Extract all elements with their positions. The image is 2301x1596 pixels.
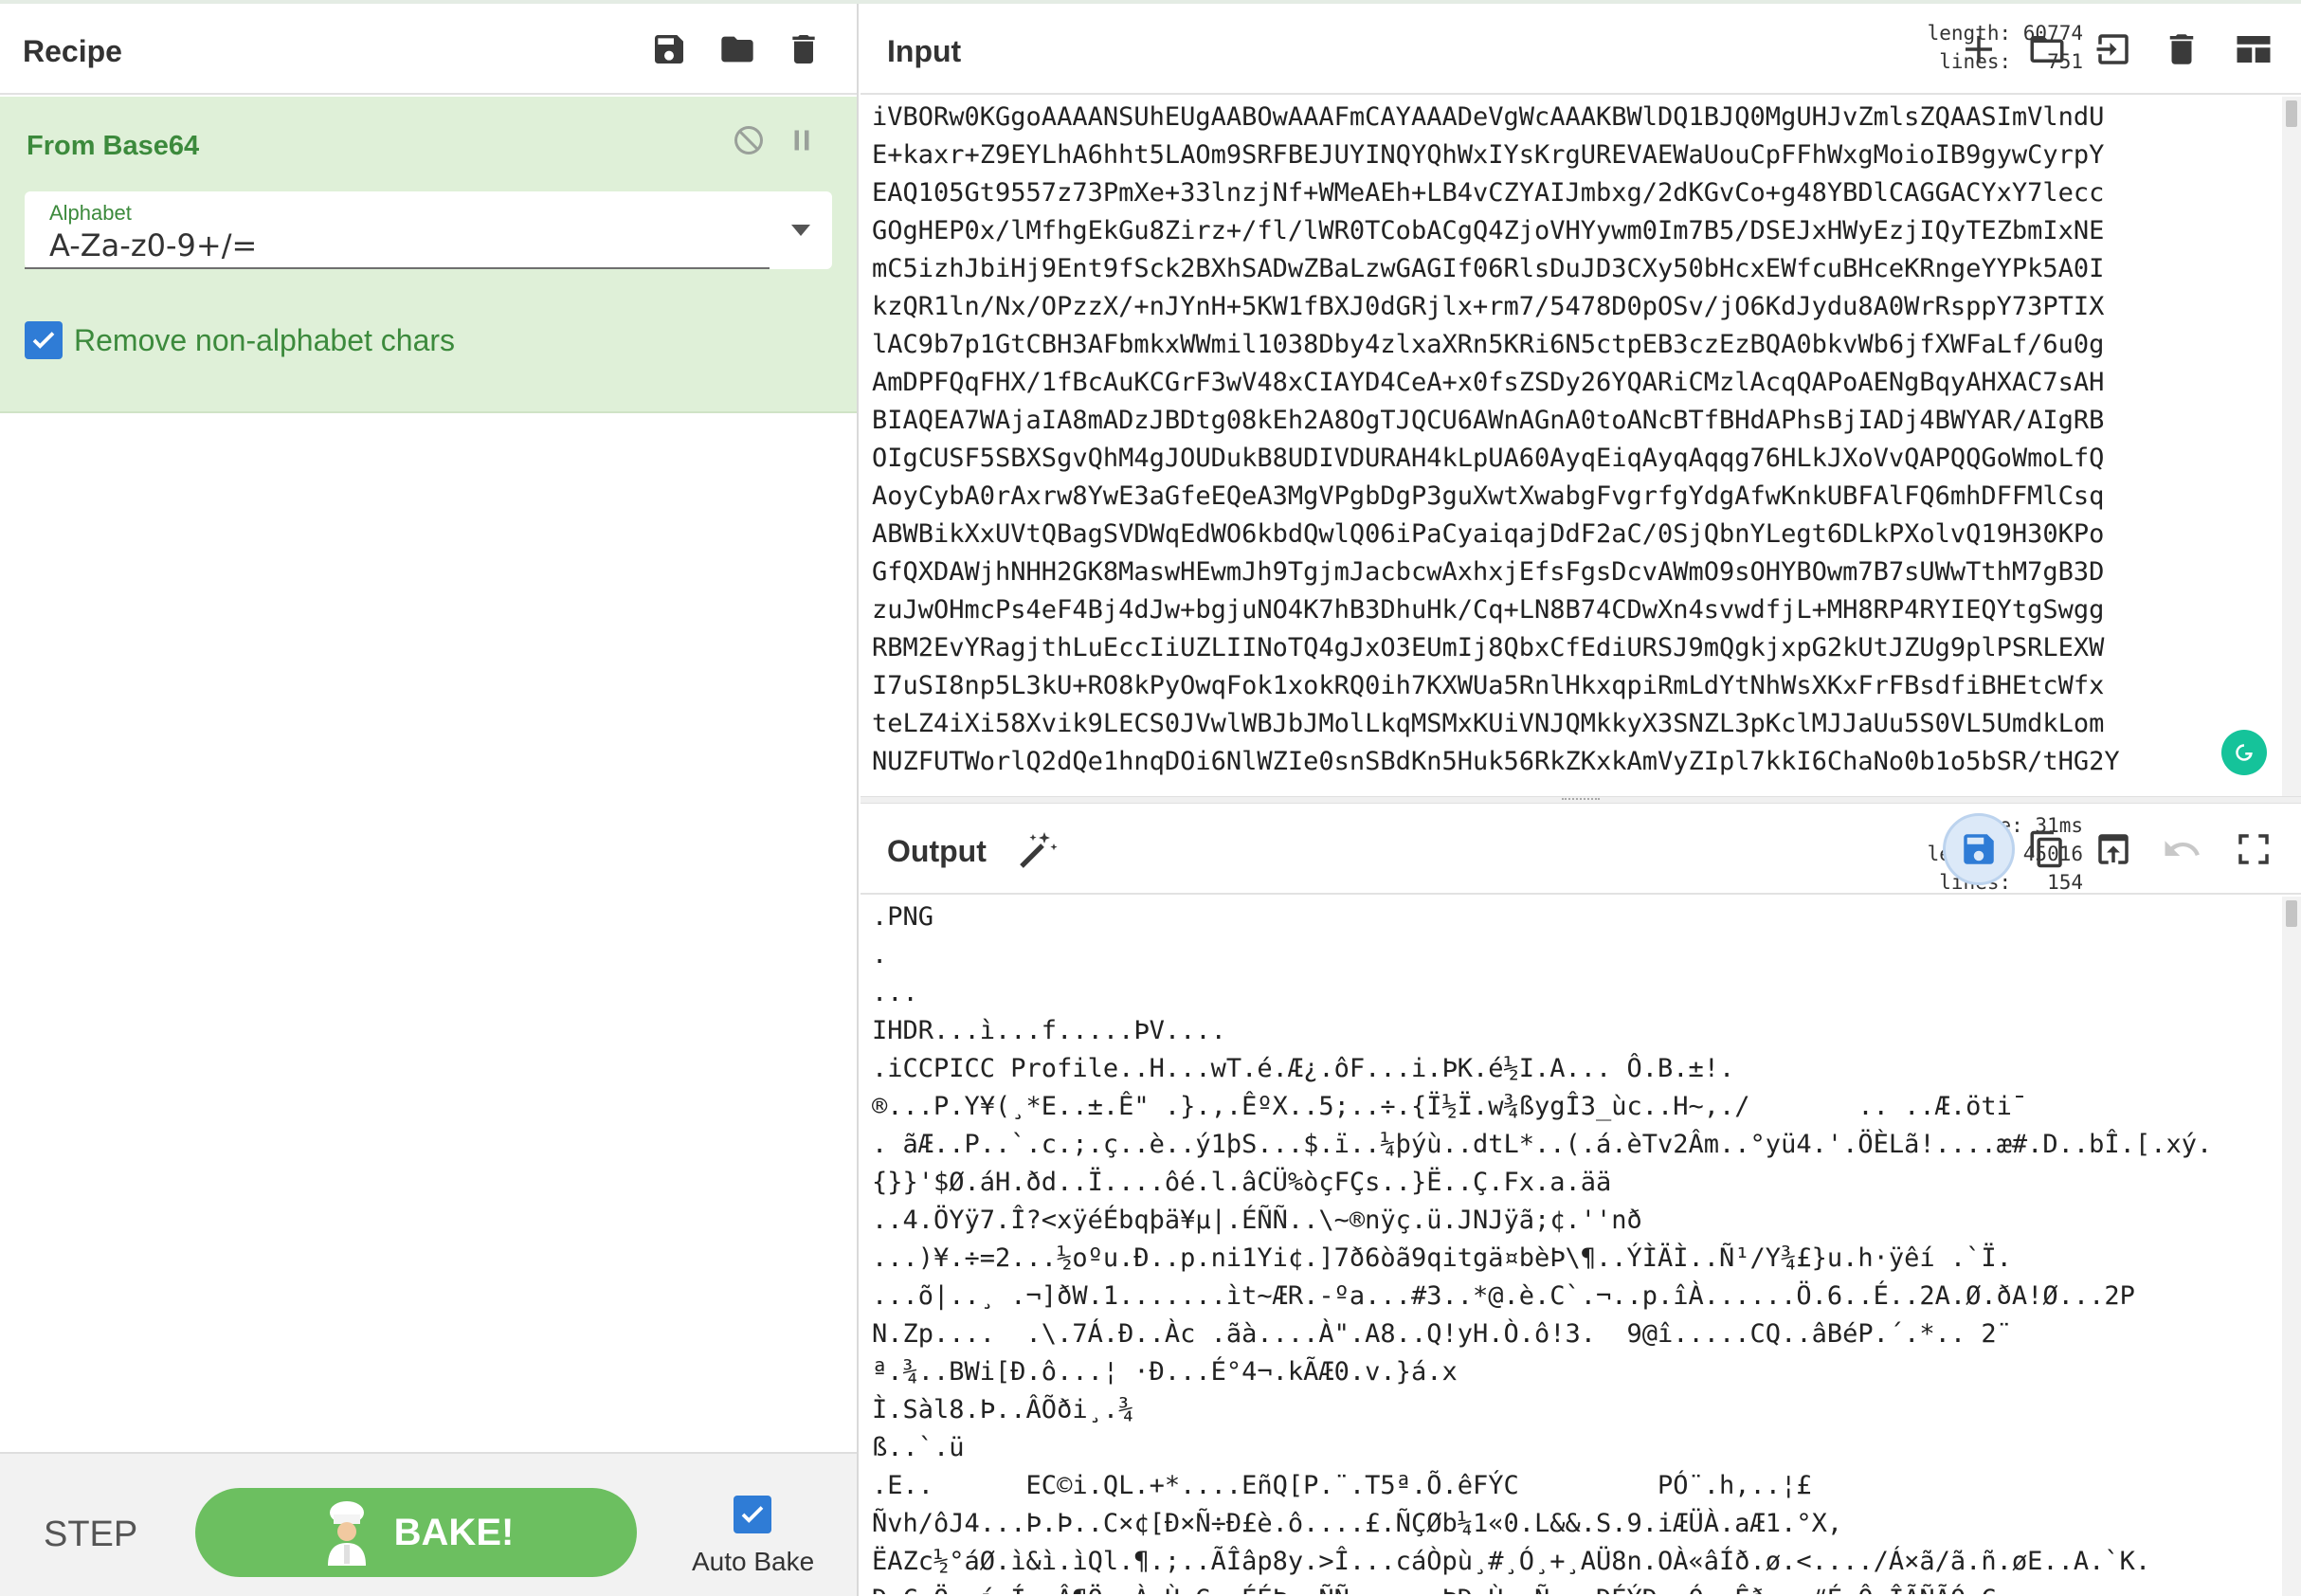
output-line: ...õ|..¸ .¬]ðW.1.......ìt~ÆR.-ºa...#3..*… [872,1281,2135,1311]
output-line: ..4.ÖYÿ7.Î?<xÿéÉbqþä¥µ|.ÉÑÑ..\~®nÿç.ü.JN… [872,1206,1642,1235]
alphabet-select[interactable]: Alphabet A-Za-z0-9+/= [25,191,832,269]
remove-nonalpha-checkbox[interactable] [25,321,63,359]
grammarly-icon[interactable] [2221,730,2267,775]
folder-icon[interactable] [2022,25,2072,74]
output-line: Ð.Ç.Ö..í.Í..Â¶Ö..À.Ù.G..ÉÉÞ..ÑÑ.. ..ÞÐ.Ù… [872,1581,2284,1594]
trash-icon[interactable] [781,27,826,72]
chevron-down-icon[interactable] [770,191,832,269]
input-line: ABWBikXxUVtQBagSVDWqEdWO6kbdQwlQ06iPaCya… [872,519,2105,549]
panel-resize-handle[interactable] [861,796,2301,804]
remove-nonalpha-option[interactable]: Remove non-alphabet chars [25,320,455,360]
copy-icon[interactable] [2022,825,2072,874]
output-header: Output time: 31ms length: 45016 lines: 1… [861,804,2301,895]
save-icon [1964,834,1994,864]
input-textarea[interactable]: iVBORw0KGgoAAAANSUhEUgAABOwAAAFmCAYAAADe… [872,99,2265,794]
output-line: ®...P.Y¥(¸*E..±.Ê" .}.,.ÊºX..5;..÷.{Ï½Ï.… [872,1092,2028,1121]
folder-icon[interactable] [715,27,760,72]
output-line: .E.. EC©i.QL.+*....EñQ[P.¨.T5ª.Õ.êFÝC PÓ… [872,1471,1812,1500]
input-line: GOgHEP0x/lMfhgEkGu8Zirz+/fl/lWR0TCobACgQ… [872,216,2105,245]
layout-icon[interactable] [2229,25,2278,74]
disable-icon[interactable] [728,119,770,161]
input-line: AmDPFQqFHX/1fBcAuKCGrF3wV48xCIAYD4CeA+x0… [872,368,2105,397]
input-line: kzQR1ln/Nx/OPzzX/+nJYnH+5KW1fBXJ0dGRjlx+… [872,292,2105,321]
input-line: OIgCUSF5SBXSgvQhM4gJOUDukB8UDIVDURAH4kLp… [872,444,2105,473]
input-title: Input [887,34,962,68]
output-line: ª.¾..BWi[Ð.ô...¦ ·Ð...É°4¬.kÃÆ0.v.}á.x [872,1357,1458,1387]
remove-nonalpha-label: Remove non-alphabet chars [74,322,456,357]
output-title: Output [887,834,987,868]
autobake-checkbox[interactable] [734,1496,771,1533]
input-line: zuJwOHmcPs4eF4Bj4dJw+bgjuNO4K7hB3DhuHk/C… [872,595,2105,625]
autobake-label: Auto Bake [692,1547,815,1576]
input-line: mC5izhJbiHj9Ent9fSck2BXhSADwZBaLzwGAGIf0… [872,254,2105,283]
replace-input-icon[interactable] [2089,825,2138,874]
input-line: iVBORw0KGgoAAAANSUhEUgAABOwAAAFmCAYAAADe… [872,102,2105,132]
operation-title: From Base64 [27,131,200,161]
output-line: . ãÆ..P..`.c.;.ç..è..ý1þS...$.ï..¼þýù..d… [872,1130,2213,1159]
fullscreen-icon[interactable] [2229,825,2278,874]
output-line: Ì.Sàl8.Þ..ÂÕði¸.¾ [872,1395,1134,1424]
alphabet-value[interactable]: A-Za-z0-9+/= [49,227,257,263]
input-line: lAC9b7p1GtCBH3AFbmkxWWmil1038Dby4zlxaXRn… [872,330,2105,359]
output-scrollbar[interactable] [2282,897,2301,1596]
bake-button[interactable]: BAKE! [195,1488,637,1577]
input-line: EAQ105Gt9557z73PmXe+33lnzjNf+WMeAEh+LB4v… [872,178,2105,208]
output-panel: Output time: 31ms length: 45016 lines: 1… [861,804,2301,1596]
undo-icon[interactable] [2157,825,2206,874]
alphabet-label: Alphabet [49,201,132,225]
input-line: GfQXDAWjhNHH2GK8MaswHEwmJh9TgjmJacbcwAxh… [872,557,2105,587]
output-textarea[interactable]: .PNG.... IHDR...ì...f.....ÞV.... .iCCPICC … [872,898,2284,1594]
trash-icon[interactable] [2157,25,2206,74]
import-icon[interactable] [2089,25,2138,74]
input-panel: Input length: 60774 lines: 751 iVBORw0KG… [861,4,2301,796]
input-line: NUZFUTWorlQ2dQe1hnqDOi6NlWZIe0snSBdKn5Hu… [872,747,2120,776]
output-line: ... [872,978,918,1007]
save-icon[interactable] [646,27,692,72]
recipe-title: Recipe [23,34,122,68]
input-line: AoyCybA0rAxrw8YwE3aGfeEQeA3MgVPgbDgP3guX… [872,481,2105,511]
recipe-panel: Recipe From Base64 Alphabet A-Za-z0-9+/= [0,4,859,1596]
magic-wand-icon[interactable] [1014,828,1060,874]
output-line: .iCCPICC Profile..H...wT.é.Æ¿.ôF...i.ÞK.… [872,1054,1735,1083]
input-line: I7uSI8np5L3kU+RO8kPyOwqFok1xokRQ0ih7KXWU… [872,671,2105,700]
input-line: RBM2EvYRagjthLuEccIiUZLIINoTQ4gJxO3EUmIj… [872,633,2105,662]
input-line: BIAQEA7WAjaIA8mADzJBDtg08kEh2A8OgTJQCU6A… [872,406,2105,435]
save-output-button[interactable] [1943,813,2015,885]
add-icon[interactable] [1954,25,2003,74]
output-scroll-thumb[interactable] [2286,900,2297,927]
output-line: .PNG [872,902,934,932]
output-line: Ñvh/ôJ4...Þ.Þ..C×¢[Ð×Ñ÷Ð£è.ô....£.ÑÇØb¼1… [872,1509,1843,1538]
alphabet-field[interactable]: Alphabet A-Za-z0-9+/= [25,191,770,269]
input-scroll-thumb[interactable] [2286,100,2297,127]
input-line: E+kaxr+Z9EYLhA6hht5LAOm9SRFBEJUYINQYQhWx… [872,140,2105,170]
output-line: . [872,940,888,970]
operation-from-base64[interactable]: From Base64 Alphabet A-Za-z0-9+/= Remove… [0,97,857,413]
pause-icon[interactable] [781,119,823,161]
input-scrollbar[interactable] [2282,97,2301,796]
output-line: ß..`.ü [872,1433,965,1462]
input-line: teLZ4iXi58Xvik9LECS0JVwlWBJbJMolLkqMSMxK… [872,709,2105,738]
bake-label: BAKE! [393,1511,515,1553]
output-line: IHDR...ì...f.....ÞV.... [872,1016,1226,1045]
resize-grip[interactable] [1562,798,1600,802]
chef-icon [327,1501,366,1566]
input-header: Input length: 60774 lines: 751 [861,4,2301,95]
recipe-header: Recipe [0,4,857,95]
bake-controls: STEP BAKE! Auto Bake [0,1452,857,1596]
output-line: ...)¥.÷=2...½oºu.Ð..p.ni1Yi¢.]7ð6òã9qitg… [872,1243,2012,1273]
output-line: N.Zp.... .\.7Á.Ð..Àc .ãà....À".A8..Q!yH.… [872,1319,2012,1349]
output-line: ËAZc½°áØ.ì&ì.ìQl.¶.;..ÃÎâp8y.>Î...cáÒpù¸… [872,1547,2151,1576]
output-line: {}}'$Ø.áH.ðd..Ï....ôé.l.âCÜ%òçFÇs..}Ë..Ç… [872,1168,1612,1197]
step-button[interactable]: STEP [44,1514,137,1555]
